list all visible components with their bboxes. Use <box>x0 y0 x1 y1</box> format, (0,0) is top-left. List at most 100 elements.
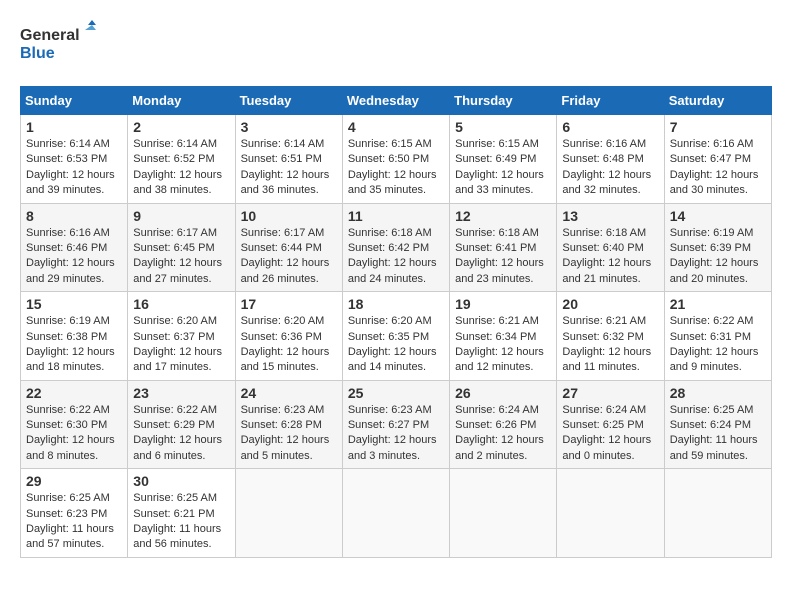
day-info: Sunrise: 6:22 AMSunset: 6:31 PMDaylight:… <box>670 314 766 376</box>
day-number: 1 <box>26 119 122 135</box>
day-number: 24 <box>241 385 337 401</box>
day-info: Sunrise: 6:19 AMSunset: 6:38 PMDaylight:… <box>26 314 122 376</box>
day-number: 13 <box>562 208 658 224</box>
day-of-week-header: Monday <box>128 87 235 115</box>
day-of-week-header: Saturday <box>664 87 771 115</box>
calendar-week-row: 8Sunrise: 6:16 AMSunset: 6:46 PMDaylight… <box>21 203 772 292</box>
calendar-day-cell: 20 Sunrise: 6:21 AMSunset: 6:32 PMDayligh… <box>557 292 664 381</box>
day-info: Sunrise: 6:14 AMSunset: 6:53 PMDaylight:… <box>26 137 122 199</box>
calendar-week-row: 22 Sunrise: 6:22 AMSunset: 6:30 PMDayligh… <box>21 380 772 469</box>
day-number: 20 <box>562 296 658 312</box>
calendar-day-cell <box>557 469 664 558</box>
day-number: 17 <box>241 296 337 312</box>
calendar-day-cell: 21 Sunrise: 6:22 AMSunset: 6:31 PMDayligh… <box>664 292 771 381</box>
calendar-day-cell: 10 Sunrise: 6:17 AMSunset: 6:44 PMDayligh… <box>235 203 342 292</box>
day-info: Sunrise: 6:15 AMSunset: 6:49 PMDaylight:… <box>455 137 551 199</box>
calendar-day-cell: 4 Sunrise: 6:15 AMSunset: 6:50 PMDaylight… <box>342 115 449 204</box>
calendar-day-cell: 11 Sunrise: 6:18 AMSunset: 6:42 PMDayligh… <box>342 203 449 292</box>
day-number: 7 <box>670 119 766 135</box>
day-info: Sunrise: 6:25 AMSunset: 6:21 PMDaylight:… <box>133 491 229 553</box>
calendar-day-cell: 22 Sunrise: 6:22 AMSunset: 6:30 PMDayligh… <box>21 380 128 469</box>
svg-text:General: General <box>20 27 80 44</box>
day-of-week-header: Friday <box>557 87 664 115</box>
calendar-day-cell: 5 Sunrise: 6:15 AMSunset: 6:49 PMDaylight… <box>450 115 557 204</box>
day-info: Sunrise: 6:16 AMSunset: 6:46 PMDaylight:… <box>26 226 122 288</box>
calendar-day-cell: 7 Sunrise: 6:16 AMSunset: 6:47 PMDaylight… <box>664 115 771 204</box>
calendar-day-cell: 30 Sunrise: 6:25 AMSunset: 6:21 PMDayligh… <box>128 469 235 558</box>
day-info: Sunrise: 6:14 AMSunset: 6:51 PMDaylight:… <box>241 137 337 199</box>
day-info: Sunrise: 6:22 AMSunset: 6:29 PMDaylight:… <box>133 403 229 465</box>
calendar-day-cell: 3 Sunrise: 6:14 AMSunset: 6:51 PMDaylight… <box>235 115 342 204</box>
day-number: 6 <box>562 119 658 135</box>
day-info: Sunrise: 6:18 AMSunset: 6:40 PMDaylight:… <box>562 226 658 288</box>
day-number: 23 <box>133 385 229 401</box>
calendar-day-cell: 26 Sunrise: 6:24 AMSunset: 6:26 PMDayligh… <box>450 380 557 469</box>
day-number: 3 <box>241 119 337 135</box>
day-info: Sunrise: 6:18 AMSunset: 6:41 PMDaylight:… <box>455 226 551 288</box>
day-number: 2 <box>133 119 229 135</box>
day-number: 5 <box>455 119 551 135</box>
day-number: 21 <box>670 296 766 312</box>
logo: General Blue <box>20 20 100 70</box>
day-number: 19 <box>455 296 551 312</box>
day-of-week-header: Wednesday <box>342 87 449 115</box>
day-info: Sunrise: 6:21 AMSunset: 6:32 PMDaylight:… <box>562 314 658 376</box>
calendar-day-cell: 15 Sunrise: 6:19 AMSunset: 6:38 PMDayligh… <box>21 292 128 381</box>
calendar-day-cell: 17 Sunrise: 6:20 AMSunset: 6:36 PMDayligh… <box>235 292 342 381</box>
calendar-day-cell: 12 Sunrise: 6:18 AMSunset: 6:41 PMDayligh… <box>450 203 557 292</box>
calendar-day-cell: 13 Sunrise: 6:18 AMSunset: 6:40 PMDayligh… <box>557 203 664 292</box>
day-info: Sunrise: 6:15 AMSunset: 6:50 PMDaylight:… <box>348 137 444 199</box>
calendar-day-cell: 1 Sunrise: 6:14 AMSunset: 6:53 PMDaylight… <box>21 115 128 204</box>
day-info: Sunrise: 6:20 AMSunset: 6:36 PMDaylight:… <box>241 314 337 376</box>
calendar-table: SundayMondayTuesdayWednesdayThursdayFrid… <box>20 86 772 558</box>
day-number: 30 <box>133 473 229 489</box>
calendar-day-cell: 9Sunrise: 6:17 AMSunset: 6:45 PMDaylight… <box>128 203 235 292</box>
svg-text:Blue: Blue <box>20 45 55 62</box>
calendar-day-cell: 28 Sunrise: 6:25 AMSunset: 6:24 PMDayligh… <box>664 380 771 469</box>
calendar-day-cell: 25 Sunrise: 6:23 AMSunset: 6:27 PMDayligh… <box>342 380 449 469</box>
day-info: Sunrise: 6:22 AMSunset: 6:30 PMDaylight:… <box>26 403 122 465</box>
calendar-day-cell <box>342 469 449 558</box>
day-number: 14 <box>670 208 766 224</box>
day-info: Sunrise: 6:23 AMSunset: 6:28 PMDaylight:… <box>241 403 337 465</box>
calendar-day-cell: 29 Sunrise: 6:25 AMSunset: 6:23 PMDayligh… <box>21 469 128 558</box>
calendar-day-cell <box>235 469 342 558</box>
calendar-day-cell: 23 Sunrise: 6:22 AMSunset: 6:29 PMDayligh… <box>128 380 235 469</box>
day-info: Sunrise: 6:25 AMSunset: 6:23 PMDaylight:… <box>26 491 122 553</box>
day-number: 15 <box>26 296 122 312</box>
day-number: 11 <box>348 208 444 224</box>
logo-svg: General Blue <box>20 20 100 70</box>
day-number: 9 <box>133 208 229 224</box>
calendar-day-cell: 18Sunrise: 6:20 AMSunset: 6:35 PMDayligh… <box>342 292 449 381</box>
calendar-day-cell: 16 Sunrise: 6:20 AMSunset: 6:37 PMDayligh… <box>128 292 235 381</box>
calendar-day-cell <box>450 469 557 558</box>
calendar-body: 1 Sunrise: 6:14 AMSunset: 6:53 PMDaylight… <box>21 115 772 558</box>
calendar-day-cell: 24 Sunrise: 6:23 AMSunset: 6:28 PMDayligh… <box>235 380 342 469</box>
day-info: Sunrise: 6:23 AMSunset: 6:27 PMDaylight:… <box>348 403 444 465</box>
calendar-day-cell: 6 Sunrise: 6:16 AMSunset: 6:48 PMDaylight… <box>557 115 664 204</box>
day-number: 10 <box>241 208 337 224</box>
day-info: Sunrise: 6:16 AMSunset: 6:48 PMDaylight:… <box>562 137 658 199</box>
day-info: Sunrise: 6:16 AMSunset: 6:47 PMDaylight:… <box>670 137 766 199</box>
day-info: Sunrise: 6:19 AMSunset: 6:39 PMDaylight:… <box>670 226 766 288</box>
calendar-day-cell: 14 Sunrise: 6:19 AMSunset: 6:39 PMDayligh… <box>664 203 771 292</box>
day-info: Sunrise: 6:25 AMSunset: 6:24 PMDaylight:… <box>670 403 766 465</box>
day-info: Sunrise: 6:14 AMSunset: 6:52 PMDaylight:… <box>133 137 229 199</box>
day-number: 29 <box>26 473 122 489</box>
day-number: 16 <box>133 296 229 312</box>
day-info: Sunrise: 6:24 AMSunset: 6:26 PMDaylight:… <box>455 403 551 465</box>
day-number: 28 <box>670 385 766 401</box>
day-number: 12 <box>455 208 551 224</box>
day-number: 26 <box>455 385 551 401</box>
day-number: 4 <box>348 119 444 135</box>
day-info: Sunrise: 6:20 AMSunset: 6:37 PMDaylight:… <box>133 314 229 376</box>
day-number: 18 <box>348 296 444 312</box>
day-info: Sunrise: 6:17 AMSunset: 6:44 PMDaylight:… <box>241 226 337 288</box>
day-number: 22 <box>26 385 122 401</box>
day-info: Sunrise: 6:18 AMSunset: 6:42 PMDaylight:… <box>348 226 444 288</box>
calendar-header-row: SundayMondayTuesdayWednesdayThursdayFrid… <box>21 87 772 115</box>
day-number: 25 <box>348 385 444 401</box>
calendar-week-row: 29 Sunrise: 6:25 AMSunset: 6:23 PMDayligh… <box>21 469 772 558</box>
calendar-week-row: 15 Sunrise: 6:19 AMSunset: 6:38 PMDayligh… <box>21 292 772 381</box>
calendar-day-cell: 8Sunrise: 6:16 AMSunset: 6:46 PMDaylight… <box>21 203 128 292</box>
